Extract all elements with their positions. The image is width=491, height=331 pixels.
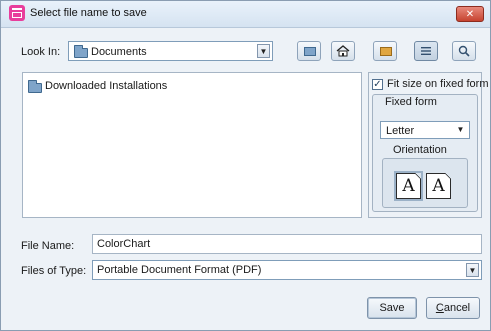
list-item-label: Downloaded Installations [45,80,168,92]
up-folder-button[interactable] [297,41,321,61]
look-in-value: Documents [91,46,147,58]
close-button[interactable]: ✕ [456,6,484,22]
files-of-type-dropdown[interactable]: Portable Document Format (PDF) ▼ [92,260,482,280]
file-name-field[interactable]: ColorChart [92,234,482,254]
dialog-title: Select file name to save [30,7,147,19]
fit-size-label: Fit size on fixed form [387,78,489,90]
app-icon [9,5,25,21]
save-dialog: Select file name to save ✕ Look In: Docu… [0,0,491,331]
file-name-value: ColorChart [97,238,151,250]
save-button[interactable]: Save [367,297,417,319]
file-list[interactable]: Downloaded Installations [22,72,362,218]
up-folder-icon [304,47,316,56]
options-panel: ✓ Fit size on fixed form Fixed form Lett… [368,72,488,218]
orientation-label: Orientation [393,144,447,156]
fixed-form-label: Fixed form [385,96,437,108]
list-view-button[interactable] [414,41,438,61]
list-view-icon [421,47,431,55]
landscape-button[interactable]: A [426,173,451,199]
cancel-mnemonic: C [435,302,444,314]
chevron-down-icon[interactable]: ▼ [454,123,467,137]
files-of-type-label: Files of Type: [21,265,87,277]
details-view-button[interactable] [452,41,476,61]
look-in-dropdown[interactable]: Documents ▼ [68,41,273,61]
fit-size-checkbox[interactable]: ✓ [372,79,383,90]
orientation-group: A A [382,158,468,208]
cancel-button[interactable]: Cancel [426,297,480,319]
home-icon [336,45,350,57]
folder-icon [28,80,42,93]
chevron-down-icon[interactable]: ▼ [257,44,270,58]
look-in-label: Look In: [21,46,61,58]
folder-icon [74,45,88,58]
fixed-form-group: Fixed form Letter ▼ Orientation A A [372,94,478,212]
paper-size-dropdown[interactable]: Letter ▼ [380,121,470,139]
chevron-down-icon[interactable]: ▼ [466,263,479,277]
paper-size-value: Letter [386,125,415,137]
file-name-label: File Name: [21,240,75,252]
files-of-type-value: Portable Document Format (PDF) [97,264,262,276]
cancel-label-rest: ancel [443,302,471,314]
details-view-icon [458,45,470,57]
new-folder-icon [380,47,392,56]
new-folder-button[interactable] [373,41,397,61]
home-button[interactable] [331,41,355,61]
title-bar[interactable]: Select file name to save ✕ [1,1,490,28]
portrait-button[interactable]: A [396,173,421,199]
